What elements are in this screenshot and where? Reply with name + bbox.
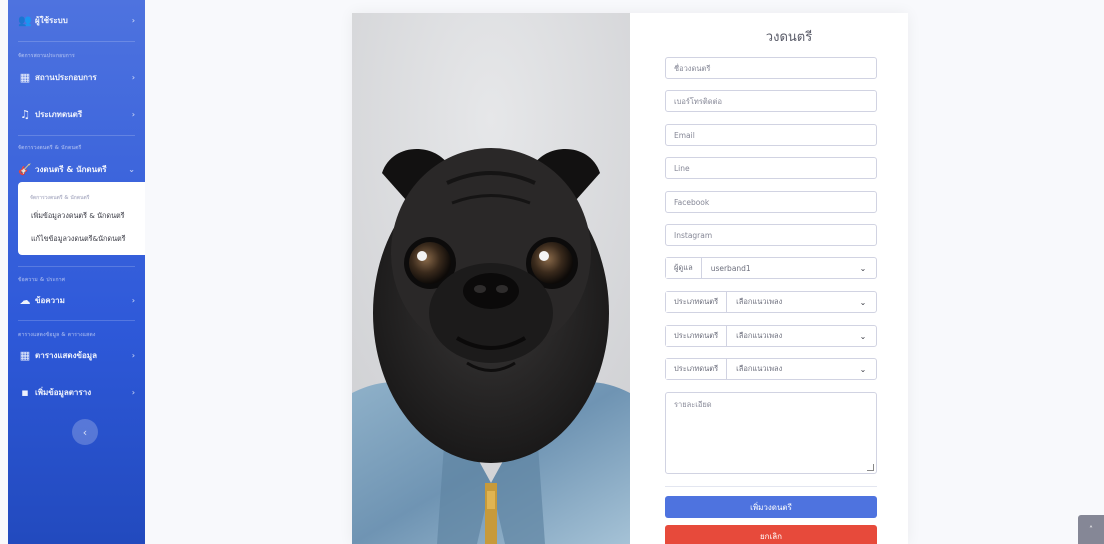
chevron-right-icon: › <box>131 387 135 397</box>
submenu-link-edit-band[interactable]: แก้ไขข้อมูลวงดนตรี&นักดนตรี <box>31 234 126 245</box>
sidebar-item-label: ผู้ใช้ระบบ <box>35 15 68 25</box>
store-icon: ▦ <box>19 70 31 84</box>
details-textarea[interactable] <box>666 393 876 473</box>
chevron-down-icon: ⌄ <box>859 297 867 307</box>
phone-input[interactable] <box>666 91 876 111</box>
sidebar-heading-venue: จัดการสถานประกอบการ <box>18 53 75 59</box>
submenu-heading: จัดการวงดนตรี & นักดนตรี <box>30 195 90 201</box>
sidebar-heading-band: จัดการวงดนตรี & นักดนตรี <box>18 145 82 151</box>
sidebar-item-message[interactable]: ☁ ข้อความ › <box>8 289 145 311</box>
sidebar-divider <box>18 41 135 42</box>
email-field[interactable] <box>665 124 877 146</box>
scroll-to-top-button[interactable]: ˄ <box>1078 515 1104 544</box>
sidebar-item-label: เพิ่มข้อมูลตาราง <box>35 387 92 397</box>
sidebar-submenu: จัดการวงดนตรี & นักดนตรี เพิ่มข้อมูลวงดน… <box>18 182 145 255</box>
add-band-button[interactable]: เพิ่มวงดนตรี <box>665 496 877 518</box>
genre-label: ประเภทดนตรี <box>666 359 728 379</box>
line-field[interactable] <box>665 157 877 179</box>
band-name-input[interactable] <box>666 58 876 78</box>
music-icon: ♫ <box>20 107 30 121</box>
dog-photo <box>352 13 630 544</box>
band-name-field[interactable] <box>665 57 877 79</box>
genre-select-2[interactable]: ประเภทดนตรี เลือกแนวเพลง ⌄ <box>665 325 877 347</box>
chevron-down-icon: ⌄ <box>859 364 867 374</box>
sidebar-divider <box>18 266 135 267</box>
genre-value: เลือกแนวเพลง <box>736 331 783 340</box>
genre-label: ประเภทดนตรี <box>666 292 728 312</box>
line-input[interactable] <box>666 158 876 178</box>
chevron-right-icon: › <box>131 350 135 360</box>
genre-select-1[interactable]: ประเภทดนตรี เลือกแนวเพลง ⌄ <box>665 291 877 313</box>
genre-value: เลือกแนวเพลง <box>736 364 783 373</box>
instagram-field[interactable] <box>665 224 877 246</box>
cancel-button[interactable]: ยกเลิก <box>665 525 877 544</box>
chevron-down-icon: ⌄ <box>859 331 867 341</box>
genre-value: เลือกแนวเพลง <box>736 297 783 306</box>
sidebar-divider <box>18 135 135 136</box>
sidebar-heading-table: ตารางแสดงข้อมูล & ตารางแสดง <box>18 332 96 338</box>
sidebar: 👥 ผู้ใช้ระบบ › จัดการสถานประกอบการ ▦ สถา… <box>8 0 145 544</box>
sidebar-item-add-table[interactable]: ▪ เพิ่มข้อมูลตาราง › <box>8 381 145 403</box>
form-title: วงดนตรี <box>765 30 813 45</box>
sidebar-heading-message: ข้อความ & ประกาศ <box>18 277 66 283</box>
genre-label: ประเภทดนตรี <box>666 326 728 346</box>
sidebar-item-label: สถานประกอบการ <box>35 72 97 82</box>
form-card: วงดนตรี ผู้ดูแล userband1 ⌄ ประเภทดนตรี … <box>352 13 908 544</box>
folder-plus-icon: ▪ <box>21 385 29 399</box>
owner-label: ผู้ดูแล <box>666 258 702 278</box>
chevron-right-icon: › <box>131 295 135 305</box>
chevron-down-icon: ⌄ <box>859 263 867 273</box>
facebook-field[interactable] <box>665 191 877 213</box>
form-divider <box>665 486 877 487</box>
owner-select[interactable]: ผู้ดูแล userband1 ⌄ <box>665 257 877 279</box>
details-field[interactable] <box>665 392 877 474</box>
sidebar-item-genre[interactable]: ♫ ประเภทดนตรี › <box>8 103 145 125</box>
phone-field[interactable] <box>665 90 877 112</box>
facebook-input[interactable] <box>666 192 876 212</box>
email-input[interactable] <box>666 125 876 145</box>
resize-grip-icon[interactable] <box>867 464 874 471</box>
sidebar-item-venue[interactable]: ▦ สถานประกอบการ › <box>8 66 145 88</box>
chevron-down-icon: ⌄ <box>128 164 135 174</box>
sidebar-item-band[interactable]: 🎸 วงดนตรี & นักดนตรี ⌄ <box>8 158 145 180</box>
sidebar-divider <box>18 320 135 321</box>
users-cog-icon: 👥 <box>18 13 32 27</box>
sidebar-item-table[interactable]: ▦ ตารางแสดงข้อมูล › <box>8 344 145 366</box>
submenu-link-add-band[interactable]: เพิ่มข้อมูลวงดนตรี & นักดนตรี <box>31 211 125 222</box>
sidebar-item-label: ตารางแสดงข้อมูล <box>35 350 97 360</box>
chevron-right-icon: › <box>131 109 135 119</box>
instagram-input[interactable] <box>666 225 876 245</box>
sidebar-item-label: วงดนตรี & นักดนตรี <box>35 164 107 174</box>
genre-select-3[interactable]: ประเภทดนตรี เลือกแนวเพลง ⌄ <box>665 358 877 380</box>
guitar-icon: 🎸 <box>18 162 32 176</box>
comments-icon: ☁ <box>19 293 31 307</box>
chevron-right-icon: › <box>131 15 135 25</box>
table-icon: ▦ <box>19 348 31 362</box>
chevron-right-icon: › <box>131 72 135 82</box>
sidebar-item-label: ข้อความ <box>35 295 65 305</box>
sidebar-item-users[interactable]: 👥 ผู้ใช้ระบบ › <box>8 9 145 31</box>
pug-illustration <box>352 13 630 544</box>
sidebar-item-label: ประเภทดนตรี <box>35 109 83 119</box>
sidebar-toggle-button[interactable]: ‹ <box>72 419 98 445</box>
owner-value: userband1 <box>710 263 751 273</box>
